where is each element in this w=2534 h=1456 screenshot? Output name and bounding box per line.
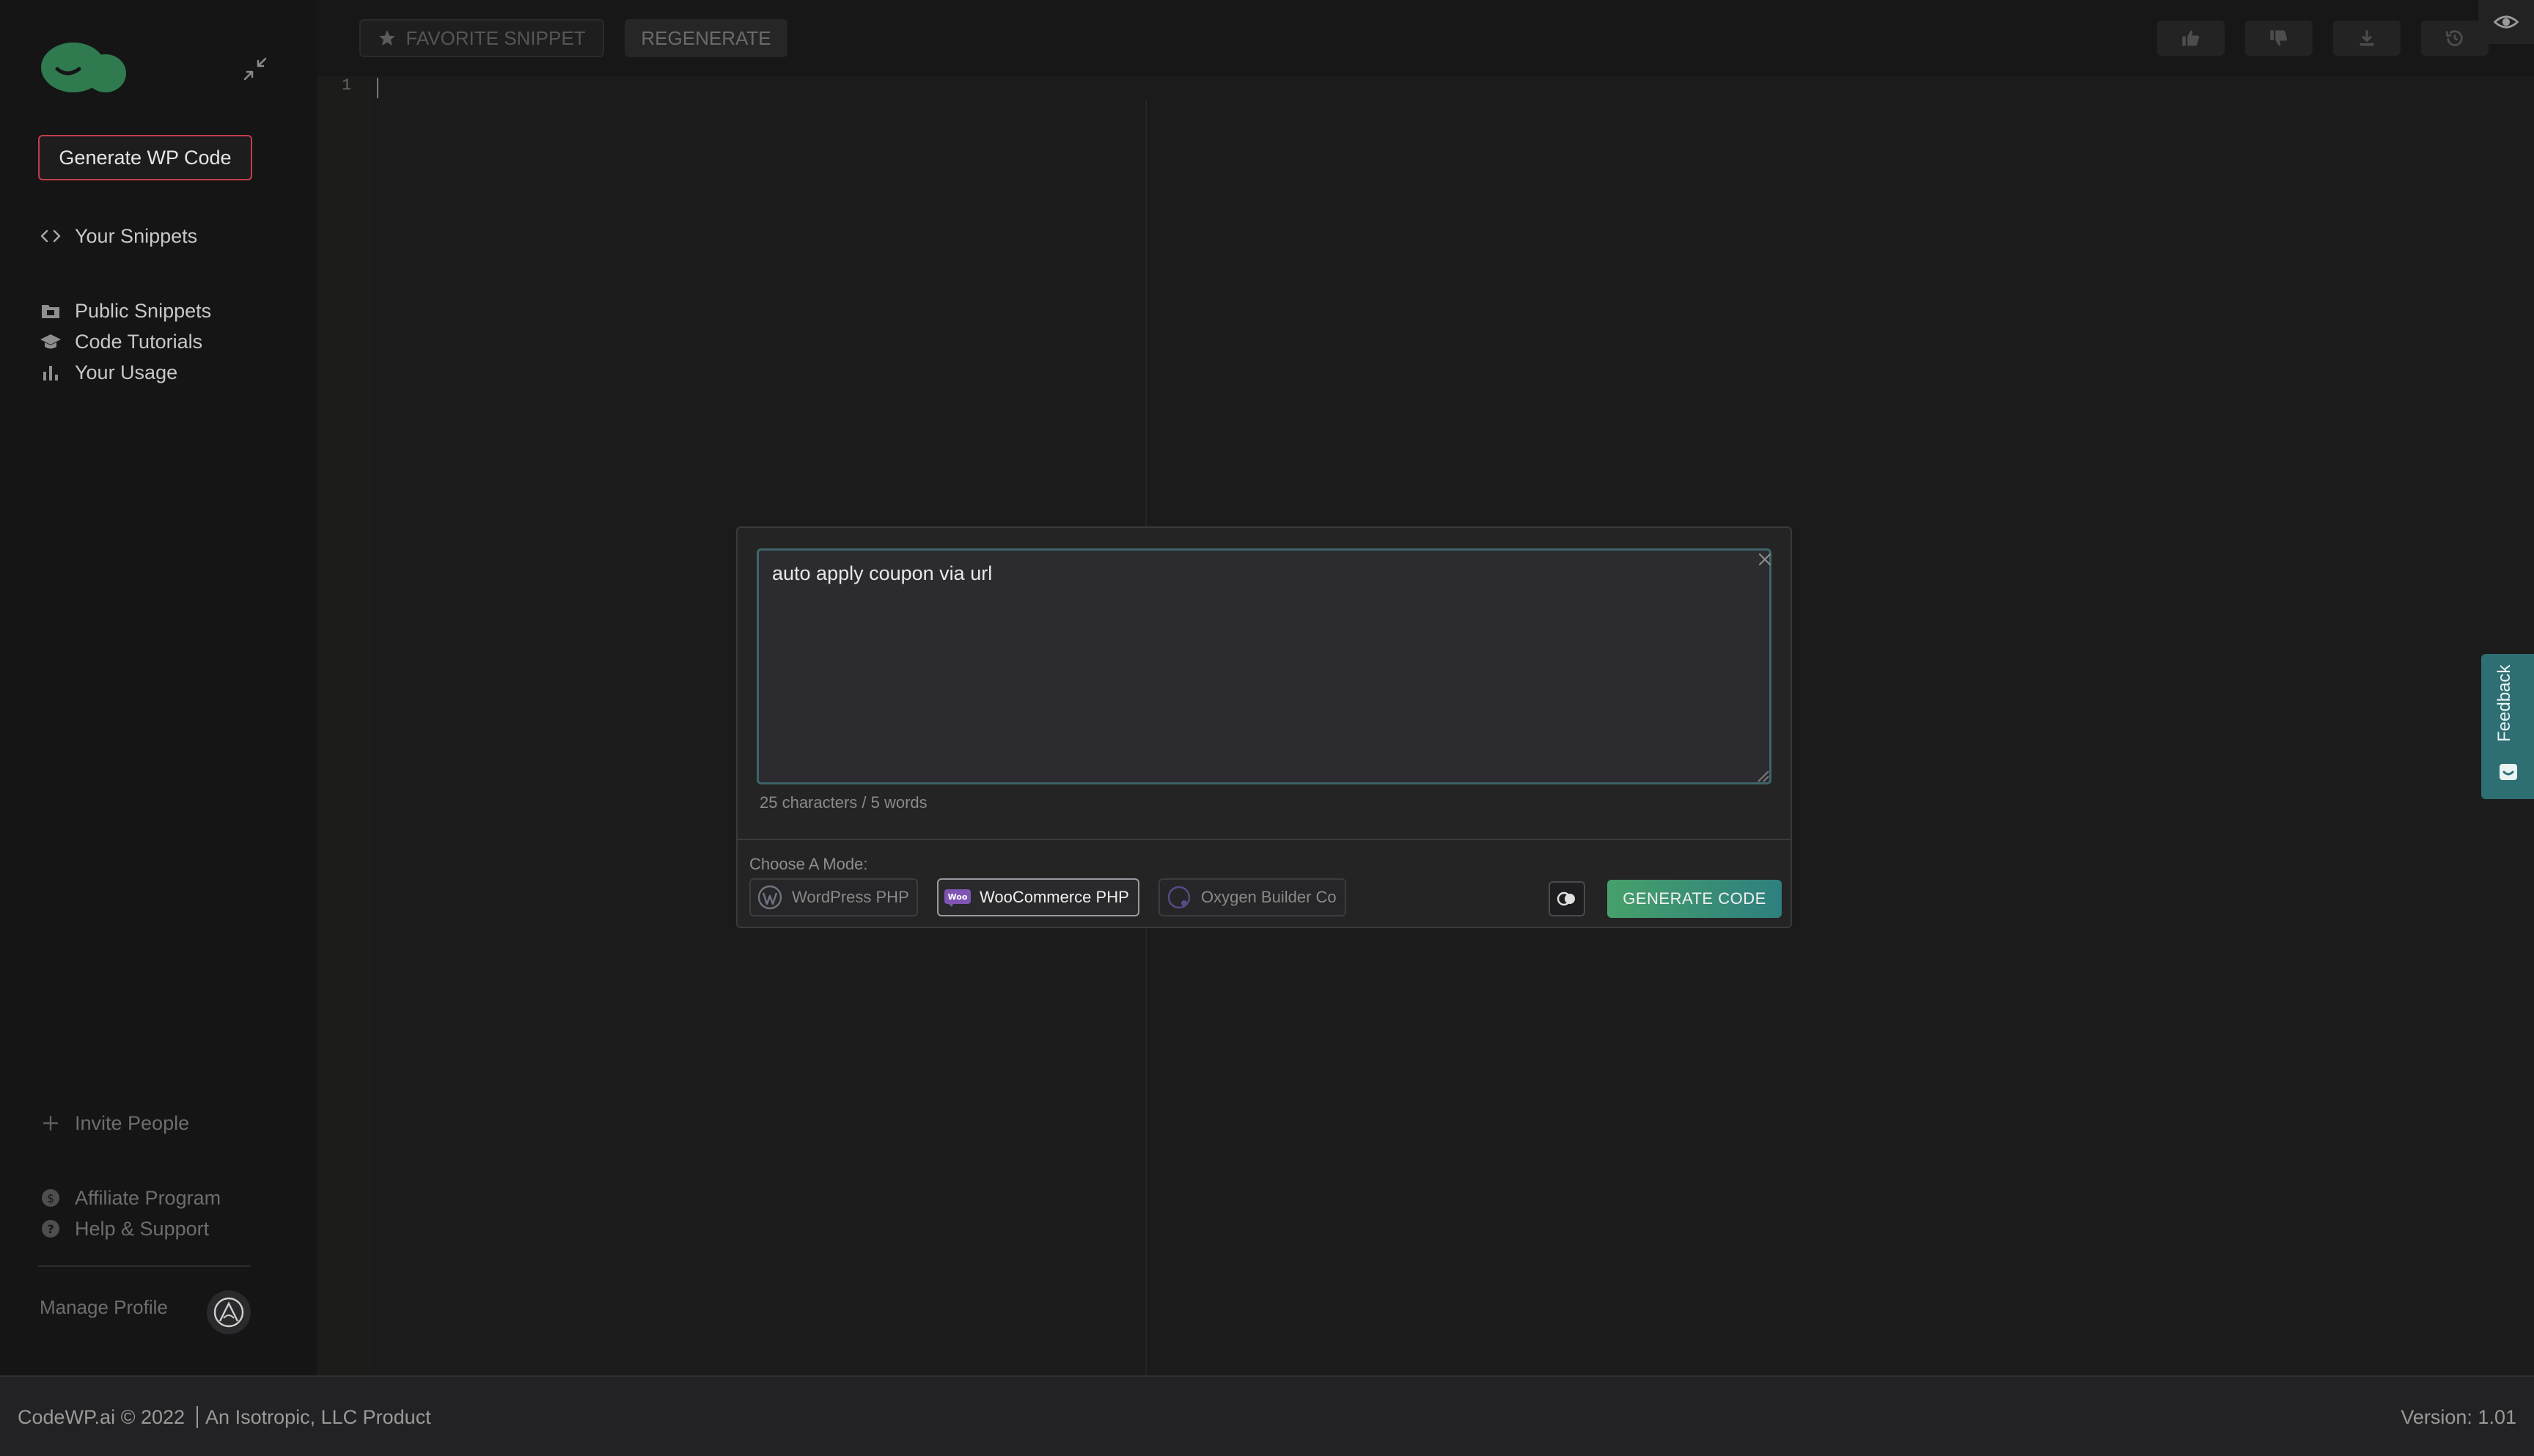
svg-text:?: ? [47,1222,54,1236]
thumbs-up-icon [2182,30,2200,46]
eye-icon [2494,15,2519,29]
sidebar: Generate WP Code Your Snippets Public Sn… [0,0,317,1375]
footer-copyright: CodeWP.ai © 2022 [18,1406,186,1428]
profile-avatar-icon [213,1297,244,1328]
folder-icon [42,305,59,318]
editor-gutter [317,76,372,1375]
prompt-modal: auto apply coupon via url 25 characters … [736,526,1792,928]
download-icon [2359,30,2374,46]
sidebar-item-your-usage[interactable]: Your Usage [40,358,177,387]
favorite-snippet-button[interactable]: FAVORITE SNIPPET [359,19,604,57]
sidebar-item-label: Code Tutorials [75,330,203,353]
feedback-tab[interactable]: Feedback [2481,654,2534,799]
resize-grip-icon[interactable] [1752,765,1770,783]
generate-wp-code-button[interactable]: Generate WP Code [38,135,252,180]
mode-label: Choose A Mode: [749,855,868,873]
wordpress-icon [757,884,783,911]
mode-wordpress-php[interactable]: WordPress PHP [749,878,918,916]
dollar-circle-icon: $ [42,1189,59,1207]
sidebar-item-label: Your Snippets [75,224,198,247]
feedback-icon [2500,764,2517,780]
line-number: 1 [342,76,352,95]
download-button[interactable] [2333,21,2401,56]
woo-badge-text: Woo [948,892,968,902]
mode-oxygen-builder[interactable]: Oxygen Builder Co [1158,878,1346,916]
sidebar-item-help-support[interactable]: ? Help & Support [40,1214,209,1243]
footer-separator [197,1406,199,1428]
theme-toggle-button[interactable] [1549,881,1585,916]
oxygen-icon [1166,884,1192,911]
graduation-cap-icon [40,334,61,349]
bar-chart-icon [43,366,58,380]
sidebar-item-affiliate-program[interactable]: $ Affiliate Program [40,1183,221,1213]
footer-company: An Isotropic, LLC Product [205,1406,431,1428]
sidebar-item-label: Affiliate Program [75,1186,221,1209]
collapse-sidebar-icon[interactable] [240,54,270,84]
sidebar-item-public-snippets[interactable]: Public Snippets [40,296,211,326]
sidebar-item-invite-people[interactable]: Invite People [40,1108,189,1138]
mode-woocommerce-php[interactable]: Woo WooCommerce PHP [937,878,1139,916]
thumbs-up-button[interactable] [2157,21,2225,56]
footer-credits: CodeWP.ai © 2022 An Isotropic, LLC Produc… [18,1406,431,1429]
regenerate-button[interactable]: REGENERATE [625,19,787,57]
woocommerce-icon: Woo [944,884,971,911]
sidebar-item-label: Your Usage [75,361,178,383]
sidebar-item-code-tutorials[interactable]: Code Tutorials [40,327,202,356]
code-icon [40,229,61,243]
footer-version: Version: 1.01 [2401,1406,2516,1428]
sidebar-item-label: Help & Support [75,1217,210,1240]
preview-toggle[interactable] [2478,0,2534,44]
sidebar-item-label: Public Snippets [75,299,212,322]
sidebar-item-your-snippets[interactable]: Your Snippets [40,221,197,251]
footer: CodeWP.ai © 2022 An Isotropic, LLC Produc… [0,1375,2534,1456]
thumbs-down-icon [2270,30,2288,46]
star-icon [379,30,396,46]
avatar[interactable] [207,1290,251,1334]
sidebar-divider [38,1265,251,1267]
manage-profile-link[interactable]: Manage Profile [40,1296,168,1319]
generate-code-button[interactable]: GENERATE CODE [1607,880,1782,918]
editor-toolbar: FAVORITE SNIPPET REGENERATE [317,0,2534,76]
toggle-icon [1557,891,1575,906]
mode-label-text: WooCommerce PHP [980,888,1129,906]
thumbs-down-button[interactable] [2245,21,2313,56]
sidebar-item-label: Invite People [75,1111,190,1134]
codewp-logo[interactable] [38,40,128,95]
mode-label-text: WordPress PHP [792,888,909,906]
modal-divider [738,839,1791,840]
plus-icon [43,1115,59,1131]
editor-cursor[interactable] [377,78,378,98]
history-icon [2446,30,2463,46]
close-icon[interactable] [1754,548,1776,570]
mode-label-text: Oxygen Builder Co [1201,888,1337,906]
prompt-input[interactable]: auto apply coupon via url [757,548,1771,784]
question-circle-icon: ? [42,1220,59,1238]
svg-text:$: $ [47,1191,54,1205]
feedback-label: Feedback [2494,664,2514,742]
favorite-snippet-label: FAVORITE SNIPPET [405,26,586,49]
character-counter: 25 characters / 5 words [760,793,928,812]
